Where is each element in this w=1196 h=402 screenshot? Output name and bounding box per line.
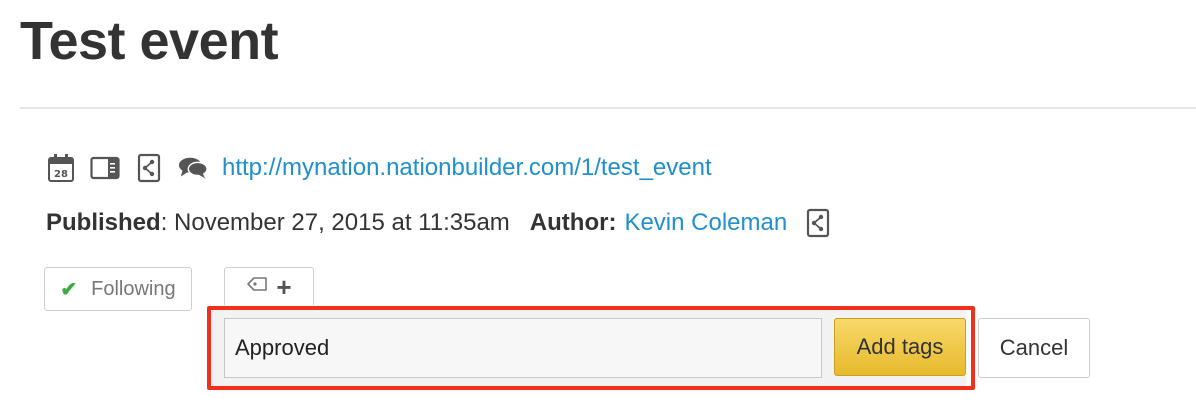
svg-text:28: 28 [54,169,68,180]
plus-icon: + [276,271,292,302]
event-meta-row: Published : November 27, 2015 at 11:35am… [46,203,847,243]
calendar-icon[interactable]: 28 [46,153,76,183]
check-icon: ✔ [60,278,78,301]
highlight-annotation [207,306,975,390]
tag-icon [246,275,268,298]
cancel-button[interactable]: Cancel [978,318,1090,378]
following-label: Following [91,277,176,300]
author-label: Author: [529,209,617,236]
page-title: Test event [20,11,279,71]
author-link[interactable]: Kevin Coleman [624,209,787,237]
sidebar-layout-icon[interactable] [90,153,120,183]
event-url-link[interactable]: http://mynation.nationbuilder.com/1/test… [222,154,712,182]
published-value: : November 27, 2015 at 11:35am [160,209,510,236]
published-label: Published [46,209,161,236]
share-icon[interactable] [134,153,164,183]
event-icon-row: 28 http://mynation.nationbuilder.com/1/t… [46,148,712,188]
add-tag-toggle-button[interactable]: + [224,267,314,305]
share-icon[interactable] [803,208,833,238]
following-button[interactable]: ✔ Following [44,267,192,311]
title-divider [20,107,1196,109]
comments-icon[interactable] [178,153,208,183]
